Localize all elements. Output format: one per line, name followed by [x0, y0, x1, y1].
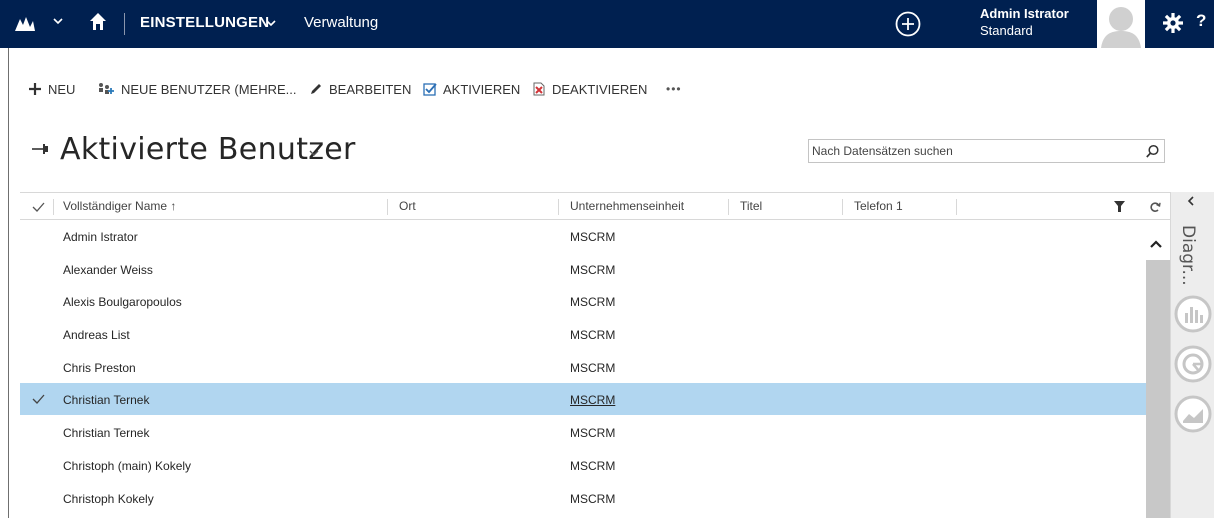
column-header-title[interactable]: Titel — [740, 199, 762, 213]
row-full-name[interactable]: Chris Preston — [63, 361, 136, 375]
filter-icon[interactable] — [1113, 200, 1126, 213]
area-chart-icon[interactable] — [1173, 394, 1213, 434]
table-row[interactable]: Alexis Boulgaropoulos MSCRM — [20, 285, 1146, 319]
row-full-name[interactable]: Alexander Weiss — [63, 263, 153, 277]
more-icon: ••• — [666, 82, 682, 96]
row-full-name[interactable]: Alexis Boulgaropoulos — [63, 295, 182, 309]
table-row-selected[interactable]: Christian Ternek MSCRM — [20, 383, 1146, 417]
dynamics-logo-icon[interactable] — [14, 13, 36, 33]
chevron-left-icon[interactable] — [1186, 195, 1196, 207]
row-business-unit[interactable]: MSCRM — [570, 295, 615, 309]
avatar[interactable] — [1097, 0, 1145, 48]
bar-chart-icon[interactable] — [1173, 294, 1213, 334]
top-nav-bar: EINSTELLUNGEN Verwaltung Admin Istrator … — [0, 0, 1214, 48]
view-selector-chevron-icon[interactable] — [309, 149, 319, 157]
column-separator[interactable] — [558, 199, 559, 215]
row-full-name[interactable]: Christian Ternek — [63, 426, 149, 440]
row-business-unit[interactable]: MSCRM — [570, 230, 615, 244]
row-business-unit[interactable]: MSCRM — [570, 426, 615, 440]
user-role: Standard — [980, 23, 1033, 38]
activate-icon — [423, 83, 437, 96]
more-commands-button[interactable]: ••• — [666, 76, 682, 102]
grid-rows: Admin Istrator MSCRM Alexander Weiss MSC… — [20, 220, 1146, 515]
table-row[interactable]: Christoph Kokely MSCRM — [20, 482, 1146, 515]
plus-icon — [29, 83, 41, 95]
create-plus-icon[interactable] — [894, 10, 922, 38]
column-header-city[interactable]: Ort — [399, 199, 416, 213]
window-edge — [8, 48, 9, 518]
table-row[interactable]: Christian Ternek MSCRM — [20, 416, 1146, 449]
table-row[interactable]: Alexander Weiss MSCRM — [20, 253, 1146, 286]
table-row[interactable]: Andreas List MSCRM — [20, 318, 1146, 351]
scroll-up-icon[interactable] — [1148, 238, 1164, 250]
new-multiple-users-label: NEUE BENUTZER (MEHRE... — [121, 81, 297, 97]
refresh-icon[interactable] — [1149, 201, 1161, 213]
row-full-name[interactable]: Christoph (main) Kokely — [63, 459, 191, 473]
row-business-unit[interactable]: MSCRM — [570, 361, 615, 375]
search-icon[interactable] — [1145, 144, 1160, 159]
new-button[interactable]: NEU — [28, 76, 75, 102]
table-row[interactable]: Admin Istrator MSCRM — [20, 220, 1146, 253]
nav-area-label[interactable]: EINSTELLUNGEN — [140, 14, 269, 31]
column-header-phone[interactable]: Telefon 1 — [854, 199, 903, 213]
row-full-name[interactable]: Christoph Kokely — [63, 492, 154, 506]
edit-button-label: BEARBEITEN — [329, 81, 412, 97]
activate-button-label: AKTIVIEREN — [443, 81, 521, 97]
deactivate-button[interactable]: DEAKTIVIEREN — [532, 76, 647, 102]
row-full-name[interactable]: Andreas List — [63, 328, 130, 342]
table-row[interactable]: Chris Preston MSCRM — [20, 351, 1146, 384]
column-separator — [53, 199, 54, 215]
chevron-down-icon[interactable] — [265, 17, 277, 29]
add-users-icon — [99, 83, 114, 94]
row-business-unit-link[interactable]: MSCRM — [570, 393, 615, 407]
activate-button[interactable]: AKTIVIEREN — [423, 76, 520, 102]
search-input[interactable] — [812, 143, 1132, 159]
deactivate-icon — [533, 82, 545, 96]
pie-chart-icon[interactable] — [1173, 344, 1213, 384]
chevron-down-icon[interactable] — [52, 15, 64, 27]
nav-sub-label[interactable]: Verwaltung — [304, 14, 378, 31]
gear-icon[interactable] — [1162, 12, 1184, 34]
row-business-unit[interactable]: MSCRM — [570, 328, 615, 342]
edit-button[interactable]: BEARBEITEN — [309, 76, 411, 102]
scrollbar-thumb[interactable] — [1146, 260, 1170, 518]
row-business-unit[interactable]: MSCRM — [570, 492, 615, 506]
user-silhouette-icon — [1097, 0, 1145, 48]
column-separator[interactable] — [956, 199, 957, 215]
deactivate-button-label: DEAKTIVIEREN — [552, 81, 648, 97]
pin-icon[interactable] — [30, 140, 50, 158]
row-full-name[interactable]: Admin Istrator — [63, 230, 138, 244]
home-icon[interactable] — [89, 12, 107, 32]
nav-separator — [124, 13, 125, 35]
chart-pane-label[interactable]: Diagr... — [1178, 225, 1198, 286]
row-full-name[interactable]: Christian Ternek — [63, 393, 149, 407]
column-separator[interactable] — [387, 199, 388, 215]
grid-header: Vollständiger Name ↑ Ort Unternehmensein… — [20, 192, 1170, 220]
new-multiple-users-button[interactable]: NEUE BENUTZER (MEHRE... — [97, 76, 297, 102]
help-icon[interactable]: ? — [1196, 11, 1206, 31]
column-separator[interactable] — [842, 199, 843, 215]
user-name[interactable]: Admin Istrator — [980, 6, 1069, 21]
pencil-icon — [311, 84, 321, 94]
row-business-unit[interactable]: MSCRM — [570, 263, 615, 277]
column-separator[interactable] — [728, 199, 729, 215]
new-button-label: NEU — [48, 81, 76, 97]
search-box — [808, 139, 1165, 163]
row-check-icon[interactable] — [32, 393, 45, 405]
column-header-full-name[interactable]: Vollständiger Name ↑ — [63, 199, 176, 213]
select-all-check-icon[interactable] — [32, 201, 45, 213]
column-header-business-unit[interactable]: Unternehmenseinheit — [570, 199, 684, 213]
table-row[interactable]: Christoph (main) Kokely MSCRM — [20, 449, 1146, 482]
row-business-unit[interactable]: MSCRM — [570, 459, 615, 473]
